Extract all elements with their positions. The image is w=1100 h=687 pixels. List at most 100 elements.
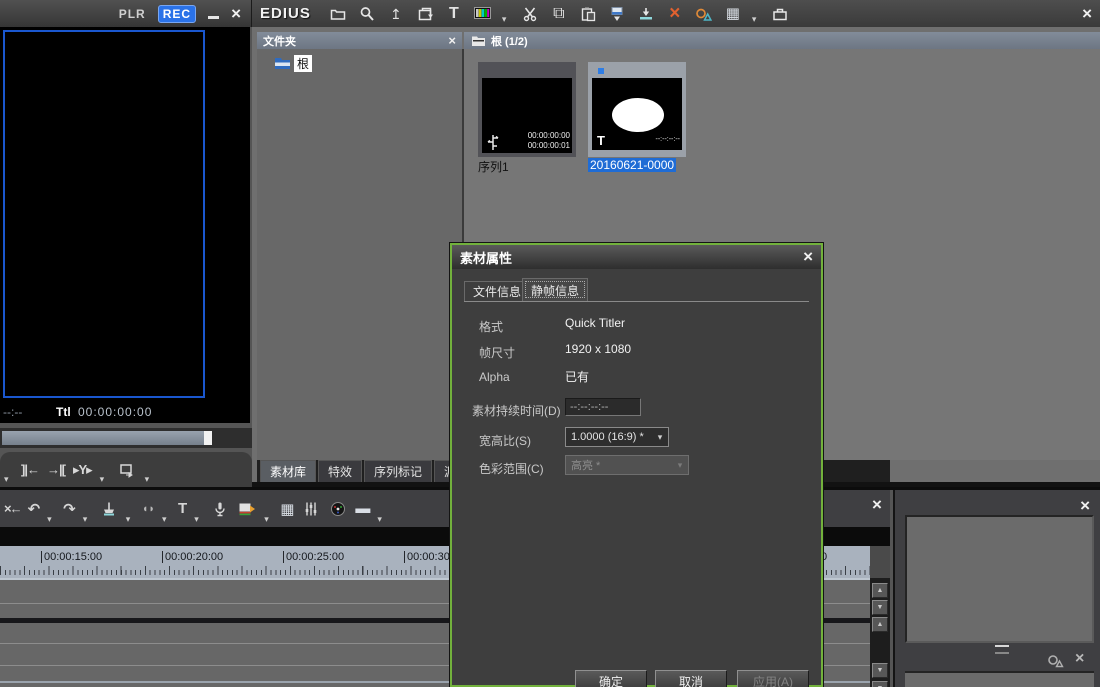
ok-button[interactable]: 确定 bbox=[575, 670, 647, 687]
aspect-label: 宽高比(S) bbox=[479, 432, 531, 449]
razor-caret-icon[interactable]: ▾ bbox=[126, 514, 135, 527]
view-layout-caret-icon[interactable]: ▾ bbox=[752, 14, 761, 27]
chevron-down-icon: ▾ bbox=[672, 460, 688, 471]
delete-icon[interactable]: × bbox=[665, 4, 685, 24]
paste-icon[interactable] bbox=[578, 4, 598, 24]
field-label-alpha: Alpha bbox=[479, 370, 510, 384]
razor-icon[interactable] bbox=[99, 499, 119, 519]
folder-tree: 根 bbox=[257, 49, 462, 460]
title-create-icon[interactable]: T bbox=[178, 500, 187, 517]
voiceover-mic-icon[interactable] bbox=[210, 499, 230, 519]
cancel-button[interactable]: 取消 bbox=[655, 670, 727, 687]
tab-sequence-markers[interactable]: 序列标记 bbox=[364, 460, 432, 482]
transport-more-icon[interactable]: ▾ bbox=[4, 474, 13, 487]
tree-item-root[interactable]: 根 bbox=[273, 55, 312, 72]
toolbox-icon[interactable] bbox=[770, 4, 790, 24]
chevron-down-icon: ▾ bbox=[652, 432, 668, 443]
overwrite-icon[interactable] bbox=[636, 4, 656, 24]
splitter-grip[interactable] bbox=[995, 645, 1009, 654]
clip-card-title[interactable]: T --:--:--:-- bbox=[588, 62, 686, 157]
export-frame-icon[interactable] bbox=[117, 460, 137, 480]
trim-caret-icon[interactable]: ▾ bbox=[162, 514, 171, 527]
up-level-icon[interactable]: ↥ bbox=[386, 4, 406, 24]
redo-caret-icon[interactable]: ▾ bbox=[83, 514, 92, 527]
redo-icon[interactable]: ↷ bbox=[63, 500, 76, 518]
play-around-caret-icon[interactable]: ▾ bbox=[100, 474, 109, 487]
clip-view-title: 根 (1/2) bbox=[491, 33, 528, 49]
export-caret-icon[interactable]: ▾ bbox=[145, 474, 154, 487]
tab-file-info[interactable]: 文件信息 bbox=[464, 281, 530, 301]
tab-plr[interactable]: PLR bbox=[119, 7, 146, 21]
tab-effects[interactable]: 特效 bbox=[318, 460, 362, 482]
open-project-icon[interactable] bbox=[328, 4, 348, 24]
export-caret-icon[interactable]: ▾ bbox=[264, 514, 273, 527]
clip1-name[interactable]: 序列1 bbox=[478, 158, 509, 175]
timeline-close-icon[interactable]: × bbox=[872, 495, 882, 515]
duration-input[interactable] bbox=[565, 398, 641, 416]
copy-icon[interactable]: ⧉ bbox=[549, 4, 569, 24]
tree-item-label[interactable]: 根 bbox=[294, 55, 312, 72]
selected-marker bbox=[598, 68, 604, 74]
ttl-label: Ttl bbox=[56, 405, 71, 419]
edius-application: PLR REC × --:-- Ttl 00:00:00:00 ▾ ]|← →|… bbox=[0, 0, 1100, 687]
capture-icon[interactable] bbox=[607, 4, 627, 24]
clip2-name[interactable]: 20160621-0000 bbox=[588, 158, 676, 172]
panel-caret-icon[interactable]: ▾ bbox=[377, 514, 386, 527]
scroll-down-icon[interactable]: ▼ bbox=[872, 663, 888, 678]
palette-section-close-icon[interactable]: × bbox=[1075, 650, 1084, 668]
dialog-close-icon[interactable]: × bbox=[803, 247, 813, 267]
shuttle-track[interactable] bbox=[2, 431, 204, 445]
clip-card-sequence[interactable]: 00:00:00:00 00:00:00:01 bbox=[478, 62, 576, 157]
tab-rec[interactable]: REC bbox=[158, 5, 196, 23]
palette-shapes-icon[interactable] bbox=[1045, 650, 1065, 670]
dialog-titlebar[interactable]: 素材属性 × bbox=[452, 245, 821, 269]
color-range-dropdown: 高亮 * ▾ bbox=[565, 455, 689, 475]
preview-safe-area bbox=[3, 30, 205, 398]
bin-folder-icon bbox=[470, 34, 486, 47]
field-label-framesize: 帧尺寸 bbox=[479, 344, 515, 361]
vectorscope-icon[interactable] bbox=[328, 499, 348, 519]
scroll-down-icon[interactable]: ▼ bbox=[872, 600, 888, 615]
folder-panel-title: 文件夹 bbox=[263, 33, 296, 49]
cut-icon[interactable] bbox=[520, 4, 540, 24]
colorbars-caret-icon[interactable]: ▾ bbox=[502, 14, 511, 27]
set-out-point-icon[interactable]: →|[ bbox=[47, 462, 65, 477]
view-layout-icon[interactable]: ▦ bbox=[723, 4, 743, 24]
palette-close-icon[interactable]: × bbox=[1080, 496, 1090, 516]
scroll-down-icon[interactable]: ▼ bbox=[872, 681, 888, 687]
shuttle-handle[interactable] bbox=[204, 431, 212, 445]
play-around-cursor-icon[interactable]: ▸Y▸ bbox=[73, 462, 92, 478]
trim-mode-icon[interactable]: ◖◗ bbox=[142, 503, 155, 515]
app-close-icon[interactable]: × bbox=[1082, 4, 1092, 24]
palette-content bbox=[905, 515, 1094, 643]
scroll-up-icon[interactable]: ▲ bbox=[872, 583, 888, 598]
search-icon[interactable] bbox=[357, 4, 377, 24]
minimize-icon[interactable] bbox=[208, 16, 219, 19]
render-export-icon[interactable] bbox=[237, 499, 257, 519]
color-range-label: 色彩范围(C) bbox=[479, 460, 544, 477]
player-close-icon[interactable]: × bbox=[231, 4, 241, 24]
duration-label: 素材持续时间(D) bbox=[472, 402, 561, 419]
title-tool-icon[interactable]: T bbox=[444, 4, 464, 24]
folder-panel-close-icon[interactable]: × bbox=[448, 33, 456, 48]
import-icon[interactable] bbox=[415, 4, 435, 24]
set-in-point-icon[interactable]: ]|← bbox=[21, 462, 39, 477]
delete-inout-icon[interactable]: ×← bbox=[4, 501, 21, 516]
colorbars-icon[interactable] bbox=[473, 4, 493, 24]
sync-rec-icon[interactable] bbox=[694, 4, 714, 24]
tab-bin[interactable]: 素材库 bbox=[260, 460, 316, 482]
undo-caret-icon[interactable]: ▾ bbox=[47, 514, 56, 527]
scroll-up-icon[interactable]: ▲ bbox=[872, 617, 888, 632]
audio-mixer-icon[interactable] bbox=[301, 499, 321, 519]
player-shuttle-bar bbox=[0, 428, 252, 448]
clip-properties-dialog: 素材属性 × 文件信息 静帧信息 格式 Quick Titler 帧尺寸 192… bbox=[450, 243, 823, 687]
clip2-thumbnail: T --:--:--:-- bbox=[592, 78, 682, 150]
title-caret-icon[interactable]: ▾ bbox=[194, 514, 203, 527]
panel-tool-icon[interactable]: ▬ bbox=[355, 500, 370, 517]
undo-icon[interactable]: ↶ bbox=[28, 500, 41, 518]
player-titlebar: PLR REC × bbox=[0, 0, 252, 27]
grid-table-icon[interactable]: ▦ bbox=[280, 500, 294, 518]
tab-still-info[interactable]: 静帧信息 bbox=[522, 278, 588, 301]
player-transport-bar: ▾ ]|← →|[ ▸Y▸ ▾ ▾ bbox=[0, 452, 252, 487]
aspect-dropdown[interactable]: 1.0000 (16:9) * ▾ bbox=[565, 427, 669, 447]
